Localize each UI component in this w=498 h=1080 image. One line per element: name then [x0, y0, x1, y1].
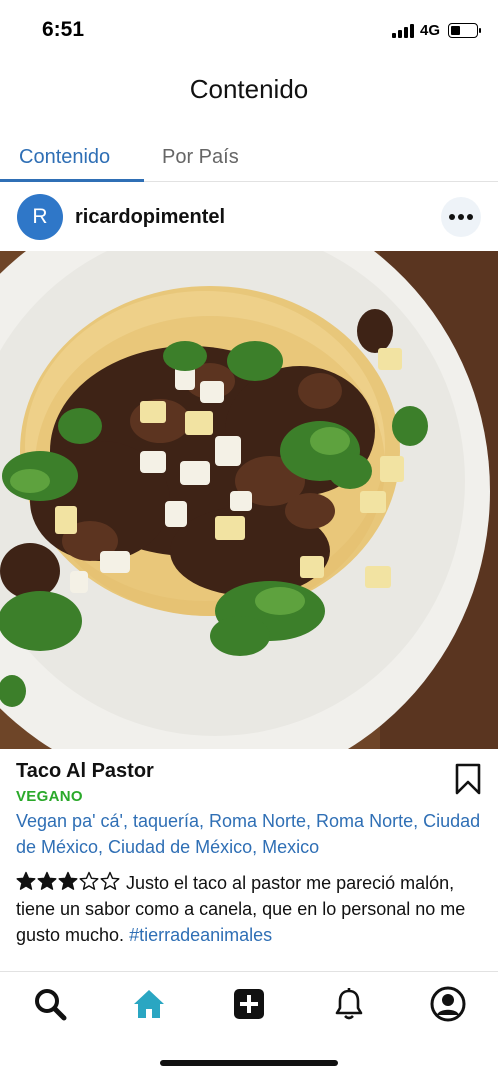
- diet-tag: VEGANO: [16, 788, 83, 805]
- tab-contenido[interactable]: Contenido: [19, 146, 110, 169]
- star-filled-icon: [37, 871, 57, 890]
- star-empty-icon: [79, 871, 99, 890]
- active-tab-indicator: [0, 179, 144, 182]
- tab-bar: Contenido Por País: [0, 138, 498, 182]
- signal-icon: [391, 23, 414, 38]
- tab-por-pais[interactable]: Por País: [162, 146, 239, 169]
- nav-notifications[interactable]: [331, 986, 367, 1022]
- post-photo[interactable]: [0, 251, 498, 749]
- status-indicators: 4G: [391, 22, 481, 39]
- search-icon: [35, 989, 67, 1021]
- status-time: 6:51: [42, 18, 85, 41]
- nav-home[interactable]: [131, 986, 167, 1022]
- review: Justo el taco al pastor me pareció malón…: [16, 870, 482, 948]
- star-empty-icon: [100, 871, 120, 890]
- more-dot: [467, 214, 473, 220]
- star-filled-icon: [58, 871, 78, 890]
- bottom-nav: [0, 971, 498, 1037]
- location-link[interactable]: Vegan pa' cá', taquería, Roma Norte, Rom…: [16, 808, 482, 860]
- home-icon: [134, 990, 164, 1018]
- dish-title: Taco Al Pastor: [16, 760, 154, 782]
- battery-icon: [448, 23, 481, 38]
- star-rating: [16, 871, 120, 891]
- bell-icon: [335, 988, 363, 1020]
- home-indicator: [160, 1060, 338, 1066]
- avatar[interactable]: R: [17, 194, 63, 240]
- nav-search[interactable]: [32, 986, 68, 1022]
- taco-photo-illustration: [0, 251, 498, 749]
- nav-create[interactable]: [231, 986, 267, 1022]
- plus-square-icon: [234, 989, 264, 1019]
- more-dot: [449, 214, 455, 220]
- username[interactable]: ricardopimentel: [75, 206, 225, 229]
- status-bar: 6:51 4G: [0, 0, 498, 60]
- post-body: Taco Al Pastor VEGANO Vegan pa' cá', taq…: [16, 760, 482, 948]
- nav-profile[interactable]: [430, 986, 466, 1022]
- page-title: Contenido: [189, 74, 309, 104]
- more-options-button[interactable]: [441, 197, 481, 237]
- profile-icon: [430, 986, 466, 1022]
- post-header: R ricardopimentel: [0, 193, 498, 241]
- bookmark-icon[interactable]: [454, 762, 482, 796]
- hashtag-link[interactable]: #tierradeanimales: [129, 925, 272, 945]
- star-filled-icon: [16, 871, 36, 890]
- network-label: 4G: [419, 22, 440, 39]
- more-dot: [458, 214, 464, 220]
